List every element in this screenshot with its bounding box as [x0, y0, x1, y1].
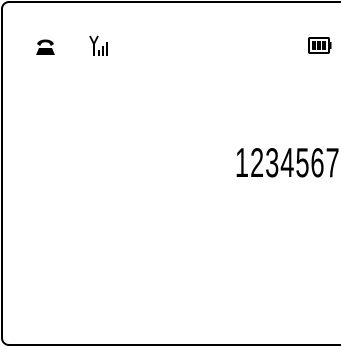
signal-strength-icon: [89, 35, 108, 56]
battery-icon: [308, 37, 332, 54]
dialed-number: 1234567: [235, 139, 341, 186]
handset-icon: [36, 39, 55, 55]
